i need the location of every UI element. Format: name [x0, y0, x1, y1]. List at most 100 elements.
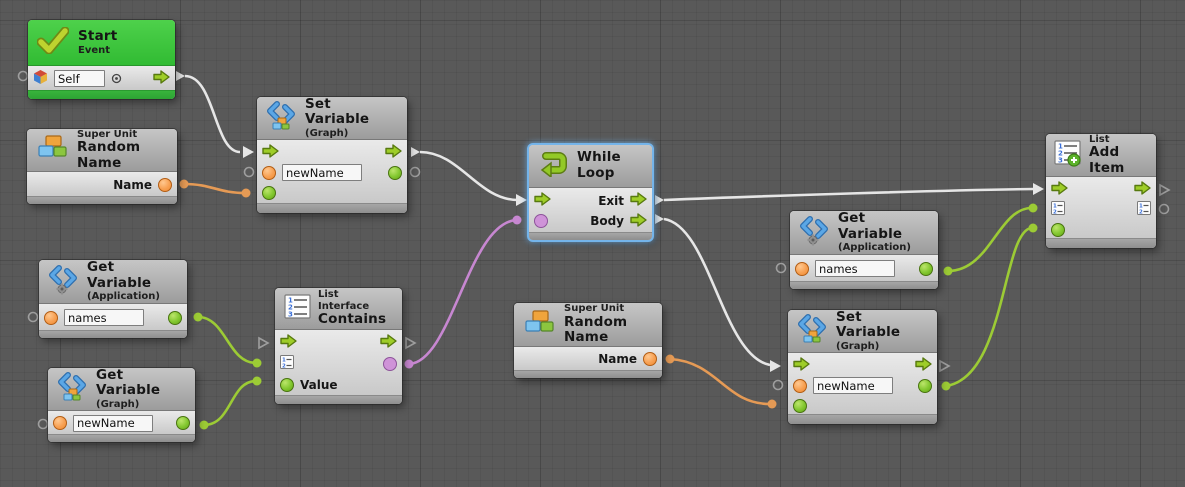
- unconnected-port-marker: [777, 264, 786, 273]
- node-get-variable-application-1[interactable]: Get Variable (Application): [39, 260, 187, 338]
- node-subtitle: (Graph): [96, 399, 185, 411]
- super-unit-bricks-icon: [523, 308, 555, 342]
- unconnected-port-marker: [29, 313, 38, 322]
- flow-cap: [655, 195, 664, 205]
- flow-in-port[interactable]: [793, 356, 810, 375]
- result-out-port[interactable]: [383, 357, 397, 371]
- node-title: Get Variable: [96, 368, 185, 399]
- flow-out-port[interactable]: [385, 143, 402, 162]
- checkmark-icon: [37, 27, 69, 58]
- script-graph-canvas[interactable]: { "graph": { "selection_color": "#74b4ea…: [0, 0, 1185, 487]
- flow-cap: [411, 147, 420, 157]
- unconnected-port-marker: [245, 168, 254, 177]
- node-get-variable-graph[interactable]: Get Variable (Graph): [48, 368, 195, 442]
- variable-graph-icon: [797, 314, 827, 348]
- body-flow-out-port[interactable]: [630, 212, 647, 231]
- node-title: Get Variable: [838, 211, 928, 242]
- flow-out-port[interactable]: [380, 333, 397, 352]
- flow-in-port[interactable]: [280, 333, 297, 352]
- unconnected-flow-marker: [406, 338, 415, 348]
- flow-arrowhead: [516, 194, 527, 206]
- target-dot-icon[interactable]: [111, 69, 122, 88]
- value-in-port[interactable]: [280, 378, 294, 392]
- output-port-label: Name: [113, 178, 152, 192]
- node-title: Set Variable: [305, 97, 397, 128]
- body-port-label: Body: [590, 214, 624, 228]
- list-icon: 123: [284, 294, 311, 323]
- variable-name-field[interactable]: [64, 309, 144, 326]
- flow-out-port[interactable]: [153, 69, 170, 88]
- wire-randomname2-to-setvar2-value: [670, 359, 770, 404]
- variable-name-port[interactable]: [795, 262, 809, 276]
- list-out-port[interactable]: 12: [1137, 200, 1151, 219]
- super-unit-bricks-icon: [36, 133, 68, 167]
- node-list-contains[interactable]: 123 List Interface Contains 12 Value: [275, 288, 402, 404]
- unconnected-port-marker: [1160, 205, 1169, 214]
- condition-port[interactable]: [534, 214, 548, 228]
- node-title: Random Name: [77, 140, 167, 171]
- exit-flow-out-port[interactable]: [630, 191, 647, 210]
- value-out-port[interactable]: [919, 262, 933, 276]
- node-get-variable-application-2[interactable]: Get Variable (Application): [790, 211, 938, 289]
- node-while-loop[interactable]: While Loop Exit Body: [529, 145, 652, 240]
- variable-name-field[interactable]: [282, 164, 362, 181]
- node-list-add-item[interactable]: 123 List Add Item 12 12: [1046, 134, 1156, 248]
- node-start-event[interactable]: Start Event: [28, 20, 175, 99]
- flow-cap: [176, 71, 185, 81]
- flow-out-port[interactable]: [1134, 180, 1151, 199]
- variable-application-icon: [48, 265, 78, 299]
- node-title: Get Variable: [87, 260, 177, 291]
- value-out-port[interactable]: [176, 416, 190, 430]
- variable-name-port[interactable]: [53, 416, 67, 430]
- value-out-port[interactable]: [918, 379, 932, 393]
- output-port-label: Name: [598, 352, 637, 366]
- unconnected-flow-marker: [1160, 185, 1169, 195]
- wire-getnewname-to-contains-value: [204, 381, 256, 425]
- variable-name-port[interactable]: [44, 311, 58, 325]
- list-in-port[interactable]: 12: [280, 354, 294, 373]
- variable-name-field[interactable]: [73, 415, 153, 432]
- flow-arrowhead: [243, 146, 254, 158]
- node-kicker: Super Unit: [564, 303, 652, 315]
- node-title: Contains: [318, 312, 392, 328]
- variable-graph-icon: [57, 372, 87, 406]
- node-random-name-2[interactable]: Super Unit Random Name Name: [514, 303, 662, 378]
- wire-while-exit-to-add-item: [664, 189, 1034, 200]
- value-in-port[interactable]: [793, 399, 807, 413]
- unconnected-port-marker: [19, 72, 28, 81]
- variable-name-port[interactable]: [262, 166, 276, 180]
- wire-setvar2-to-additem-item: [946, 228, 1031, 386]
- value-in-port[interactable]: [262, 186, 276, 200]
- wire-getnames1-to-contains-list: [198, 317, 256, 363]
- node-subtitle: (Graph): [305, 128, 397, 140]
- name-out-port[interactable]: [158, 178, 172, 192]
- flow-in-port[interactable]: [1051, 180, 1068, 199]
- wire-start-to-set-variable: [185, 76, 240, 152]
- name-out-port[interactable]: [643, 352, 657, 366]
- node-subtitle: (Application): [87, 291, 177, 303]
- variable-name-port[interactable]: [793, 379, 807, 393]
- list-in-port[interactable]: 12: [1051, 200, 1065, 219]
- flow-in-port[interactable]: [534, 191, 551, 210]
- svg-text:2: 2: [1139, 210, 1143, 216]
- wire-getnames2-to-additem-list: [948, 208, 1031, 271]
- node-title: Add Item: [1089, 145, 1148, 176]
- variable-name-field[interactable]: [813, 377, 893, 394]
- flow-in-port[interactable]: [262, 143, 279, 162]
- unconnected-port-marker: [411, 168, 420, 177]
- node-kicker: List Interface: [318, 289, 392, 312]
- item-in-port[interactable]: [1051, 223, 1065, 237]
- value-out-port[interactable]: [388, 166, 402, 180]
- node-subtitle: (Application): [838, 242, 928, 254]
- variable-name-field[interactable]: [815, 260, 895, 277]
- flow-out-port[interactable]: [915, 356, 932, 375]
- node-random-name-1[interactable]: Super Unit Random Name Name: [27, 129, 177, 204]
- flow-arrowhead: [1033, 183, 1044, 195]
- svg-text:3: 3: [1058, 156, 1063, 164]
- node-set-variable-graph-1[interactable]: Set Variable (Graph): [257, 97, 407, 213]
- self-target-field[interactable]: [54, 70, 105, 87]
- value-out-port[interactable]: [168, 311, 182, 325]
- node-set-variable-graph-2[interactable]: Set Variable (Graph): [788, 310, 937, 424]
- value-port-label: Value: [300, 378, 338, 392]
- unconnected-flow-marker: [940, 361, 949, 371]
